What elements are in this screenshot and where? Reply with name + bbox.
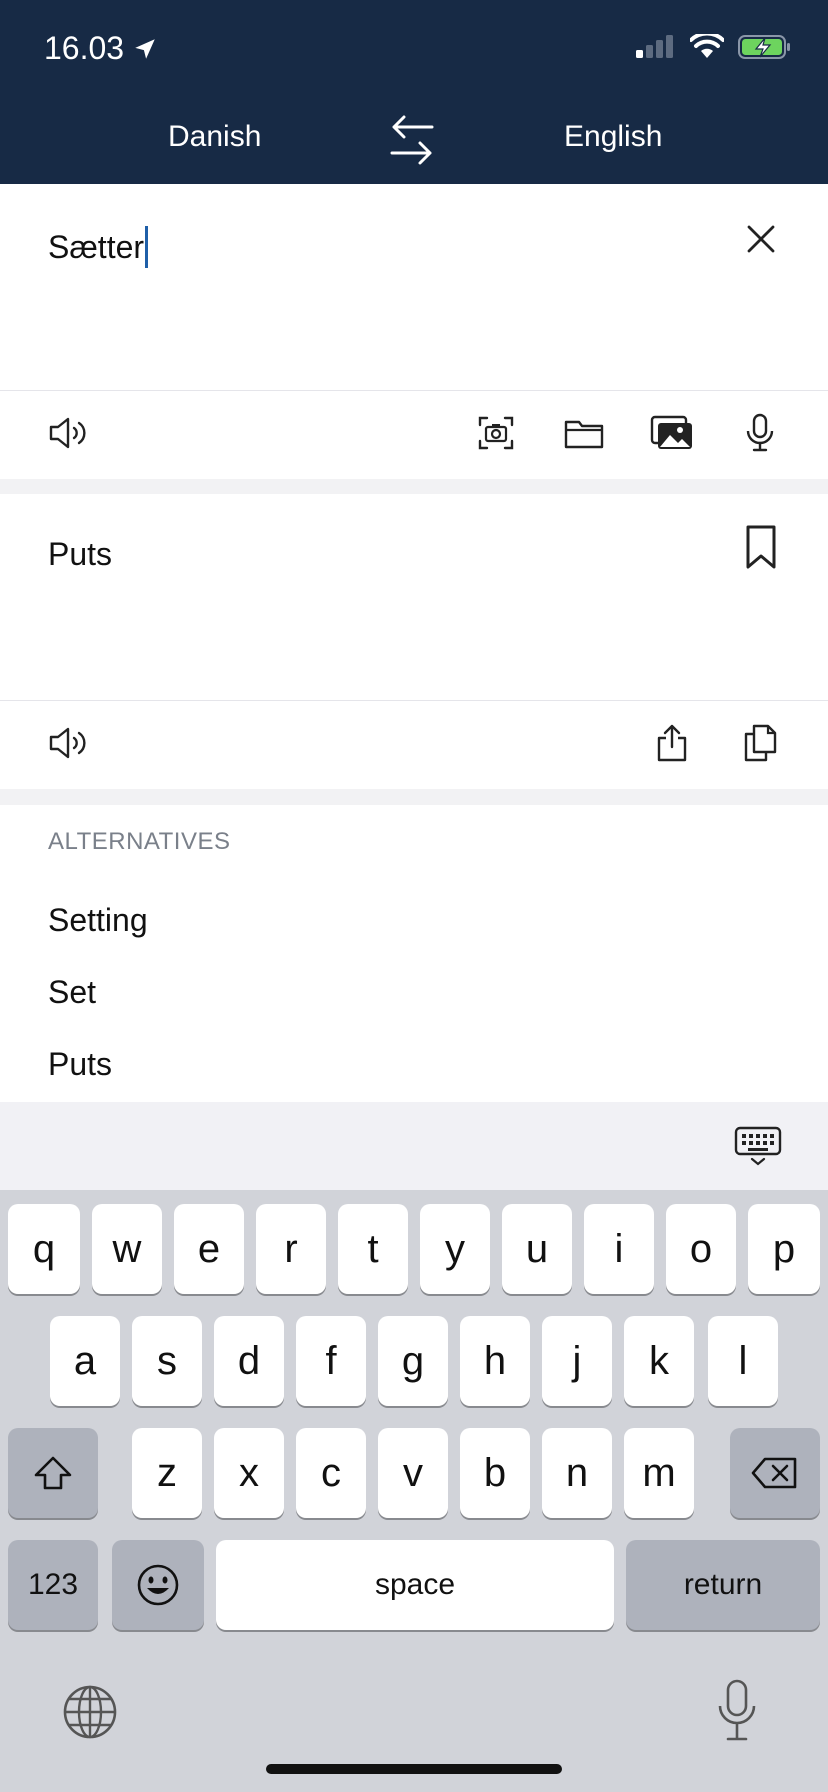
key-b[interactable]: b	[460, 1428, 530, 1518]
key-h[interactable]: h	[460, 1316, 530, 1406]
photos-icon[interactable]	[650, 411, 694, 455]
dictation-microphone-icon[interactable]	[716, 1678, 758, 1744]
shift-arrow-icon	[34, 1456, 72, 1490]
source-text-area[interactable]: Sætter	[0, 184, 828, 390]
status-time: 16.03	[44, 30, 125, 66]
key-z[interactable]: z	[132, 1428, 202, 1518]
section-gap	[0, 789, 828, 805]
keyboard-accessory-bar	[0, 1102, 828, 1190]
key-o[interactable]: o	[666, 1204, 736, 1294]
close-icon[interactable]	[744, 222, 778, 256]
key-m[interactable]: m	[624, 1428, 694, 1518]
key-a[interactable]: a	[50, 1316, 120, 1406]
share-icon[interactable]	[650, 721, 694, 765]
status-time-group: 16.03	[44, 30, 158, 67]
return-key[interactable]: return	[626, 1540, 820, 1630]
microphone-icon[interactable]	[738, 411, 782, 455]
section-gap	[0, 479, 828, 495]
keyboard-dismiss-icon[interactable]	[734, 1126, 782, 1166]
output-toolbar	[0, 701, 828, 789]
key-p[interactable]: p	[748, 1204, 820, 1294]
source-language-button[interactable]: Danish	[168, 120, 261, 154]
home-indicator[interactable]	[266, 1764, 562, 1774]
speaker-icon[interactable]	[46, 721, 90, 765]
key-j[interactable]: j	[542, 1316, 612, 1406]
key-d[interactable]: d	[214, 1316, 284, 1406]
source-text-input[interactable]: Sætter	[48, 226, 149, 268]
key-f[interactable]: f	[296, 1316, 366, 1406]
input-toolbar	[0, 391, 828, 479]
key-l[interactable]: l	[708, 1316, 778, 1406]
cellular-signal-icon	[636, 35, 673, 58]
alternative-item[interactable]: Puts	[48, 1046, 112, 1083]
key-k[interactable]: k	[624, 1316, 694, 1406]
space-key[interactable]: space	[216, 1540, 614, 1630]
key-r[interactable]: r	[256, 1204, 326, 1294]
key-g[interactable]: g	[378, 1316, 448, 1406]
key-q[interactable]: q	[8, 1204, 80, 1294]
keyboard: q w e r t y u i o p a s d f g h j k l z …	[0, 1190, 828, 1792]
delete-key[interactable]	[730, 1428, 820, 1518]
swap-arrows-icon[interactable]	[388, 114, 436, 166]
key-e[interactable]: e	[174, 1204, 244, 1294]
key-w[interactable]: w	[92, 1204, 162, 1294]
source-text: Sætter	[48, 228, 145, 265]
key-c[interactable]: c	[296, 1428, 366, 1518]
wifi-icon	[690, 34, 724, 58]
speaker-icon[interactable]	[46, 411, 90, 455]
alternative-item[interactable]: Set	[48, 974, 96, 1011]
shift-key[interactable]	[8, 1428, 98, 1518]
key-x[interactable]: x	[214, 1428, 284, 1518]
emoji-key[interactable]	[112, 1540, 204, 1630]
key-y[interactable]: y	[420, 1204, 490, 1294]
key-u[interactable]: u	[502, 1204, 572, 1294]
key-n[interactable]: n	[542, 1428, 612, 1518]
numbers-key[interactable]: 123	[8, 1540, 98, 1630]
bookmark-icon[interactable]	[744, 524, 778, 570]
alternatives-section: ALTERNATIVES Setting Set Puts	[0, 806, 828, 1102]
copy-icon[interactable]	[738, 721, 782, 765]
translation-text: Puts	[48, 536, 113, 572]
status-icons	[636, 34, 792, 60]
globe-icon[interactable]	[62, 1684, 118, 1740]
key-t[interactable]: t	[338, 1204, 408, 1294]
key-v[interactable]: v	[378, 1428, 448, 1518]
alternatives-title: ALTERNATIVES	[48, 828, 231, 855]
emoji-icon	[137, 1564, 179, 1606]
camera-scan-icon[interactable]	[474, 411, 518, 455]
battery-charging-icon	[738, 35, 790, 59]
translation-area: Puts	[0, 494, 828, 700]
target-language-button[interactable]: English	[564, 120, 662, 154]
alternative-item[interactable]: Setting	[48, 902, 148, 939]
text-caret	[145, 226, 149, 268]
key-s[interactable]: s	[132, 1316, 202, 1406]
location-arrow-icon	[135, 38, 155, 59]
key-i[interactable]: i	[584, 1204, 654, 1294]
folder-icon[interactable]	[562, 411, 606, 455]
header-bar: 16.03 Danish English	[0, 0, 828, 184]
backspace-icon	[751, 1457, 797, 1489]
